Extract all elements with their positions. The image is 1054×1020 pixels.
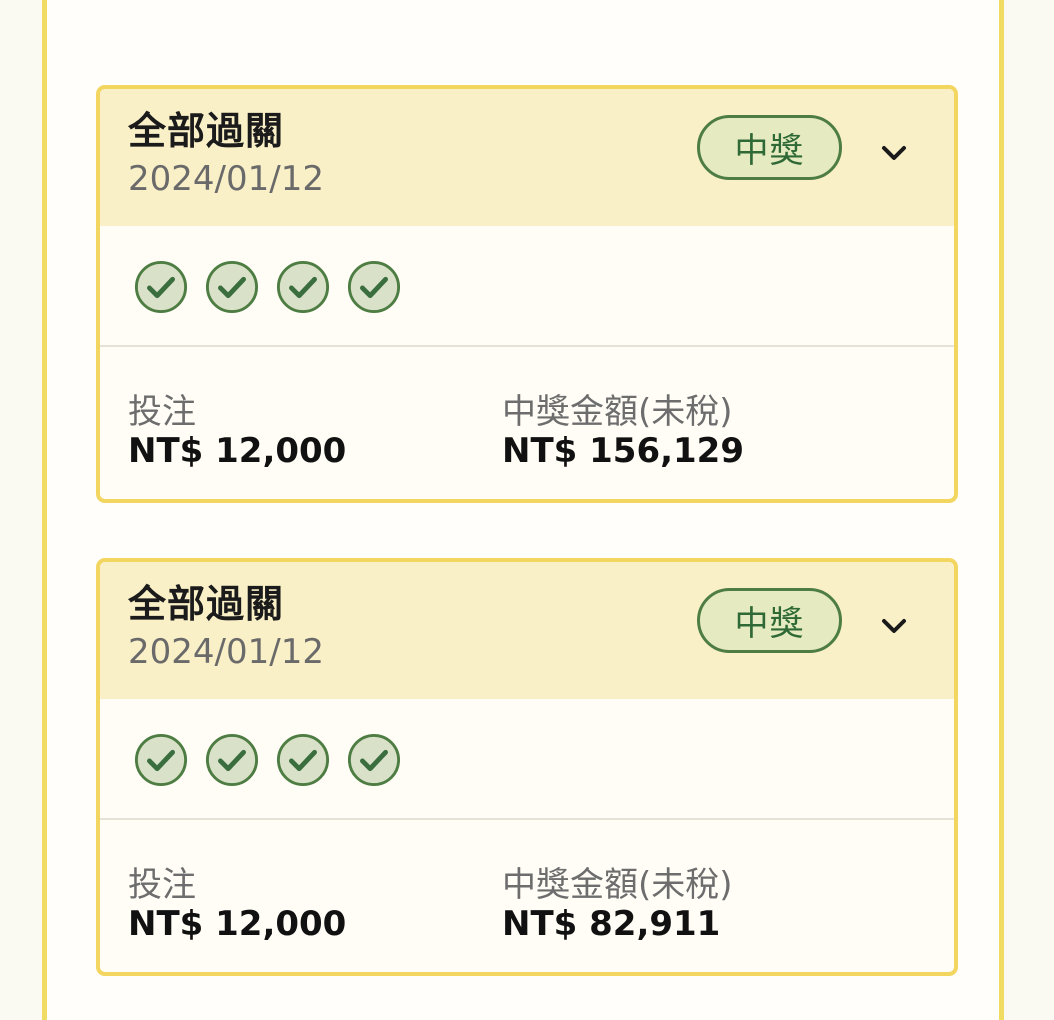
- divider: [100, 345, 954, 347]
- divider: [100, 818, 954, 820]
- prize-value: NT$ 156,129: [502, 431, 745, 471]
- bet-date: 2024/01/12: [128, 632, 324, 672]
- bet-card-header: 全部過關 2024/01/12 中獎: [100, 562, 954, 699]
- check-icon: [347, 733, 401, 787]
- prize-value: NT$ 82,911: [502, 904, 721, 944]
- check-icon: [134, 260, 188, 314]
- result-icons: [134, 260, 401, 318]
- bet-date: 2024/01/12: [128, 159, 324, 199]
- check-icon: [134, 733, 188, 787]
- bet-card-header: 全部過關 2024/01/12 中獎: [100, 89, 954, 226]
- stake-label: 投注: [128, 865, 196, 905]
- stake-value: NT$ 12,000: [128, 431, 347, 471]
- check-icon: [347, 260, 401, 314]
- check-icon: [205, 260, 259, 314]
- check-icon: [276, 260, 330, 314]
- prize-label: 中獎金額(未稅): [502, 865, 733, 905]
- stake-value: NT$ 12,000: [128, 904, 347, 944]
- status-badge: 中獎: [697, 588, 842, 653]
- status-badge: 中獎: [697, 115, 842, 180]
- check-icon: [276, 733, 330, 787]
- prize-label: 中獎金額(未稅): [502, 392, 733, 432]
- bet-card-1[interactable]: 全部過關 2024/01/12 中獎 投注 NT$ 12,000 中獎金額(未稅…: [96, 85, 958, 503]
- result-icons: [134, 733, 401, 791]
- bet-title: 全部過關: [128, 109, 285, 153]
- chevron-down-icon[interactable]: [878, 137, 910, 169]
- check-icon: [205, 733, 259, 787]
- stake-label: 投注: [128, 392, 196, 432]
- bet-card-2[interactable]: 全部過關 2024/01/12 中獎 投注 NT$ 12,000 中獎金額(未稅…: [96, 558, 958, 976]
- chevron-down-icon[interactable]: [878, 610, 910, 642]
- bet-title: 全部過關: [128, 582, 285, 626]
